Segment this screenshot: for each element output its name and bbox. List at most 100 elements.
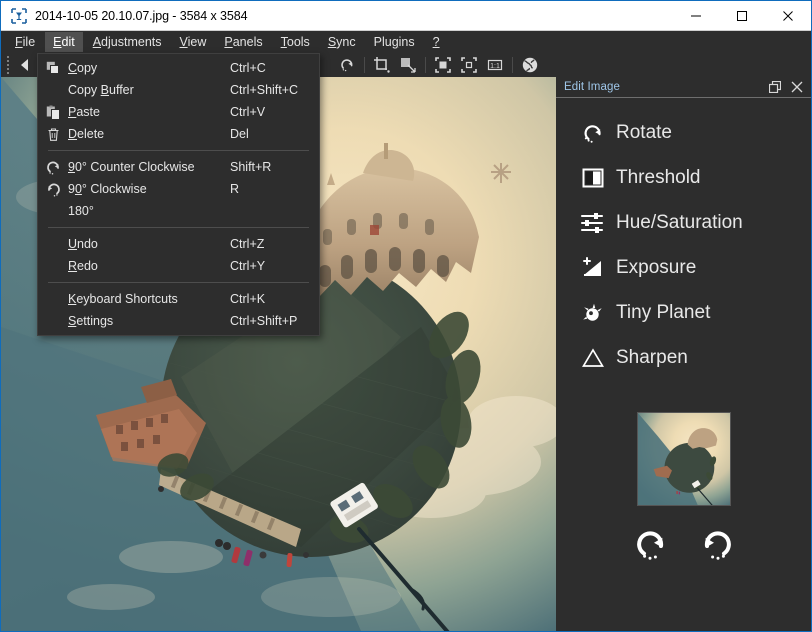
menu-item-rotate-cw-label: 90° Clockwise	[68, 182, 319, 196]
edit-tool-list: Rotate Threshold	[556, 98, 811, 380]
paste-icon	[38, 105, 68, 120]
panel-header: Edit Image	[556, 77, 811, 98]
fit-to-window-icon[interactable]	[430, 54, 456, 76]
menu-item-copy[interactable]: Copy Ctrl+C	[38, 57, 319, 79]
toolbar-grip[interactable]	[4, 54, 12, 76]
menu-item-rotate-cw-accel: R	[230, 182, 239, 196]
menu-item-rotate-cw[interactable]: 90° Clockwise R	[38, 178, 319, 200]
menu-item-paste[interactable]: Paste Ctrl+V	[38, 101, 319, 123]
menu-item-copy-buffer-accel: Ctrl+Shift+C	[230, 83, 298, 97]
tool-rotate[interactable]: Rotate	[556, 110, 811, 155]
tool-tiny-planet-label: Tiny Planet	[616, 302, 710, 324]
menu-item-delete-label: Delete	[68, 127, 319, 141]
window-title: 2014-10-05 20.10.07.jpg - 3584 x 3584	[35, 9, 247, 23]
undock-icon[interactable]	[768, 81, 781, 94]
tool-exposure-label: Exposure	[616, 257, 696, 279]
menu-item-redo-label: Redo	[68, 259, 319, 273]
minimize-button[interactable]	[673, 1, 719, 31]
menu-item-undo-accel: Ctrl+Z	[230, 237, 264, 251]
tool-exposure[interactable]: Exposure	[556, 245, 811, 290]
edit-dropdown-menu: Copy Ctrl+C Copy Buffer Ctrl+Shift+C Pas…	[37, 53, 320, 336]
menu-item-paste-accel: Ctrl+V	[230, 105, 265, 119]
menu-item-keyboard-shortcuts-label: Keyboard Shortcuts	[68, 292, 319, 306]
title-bar: 2014-10-05 20.10.07.jpg - 3584 x 3584	[1, 1, 811, 31]
menu-bar: File Edit Adjustments View Panels Tools …	[1, 31, 811, 53]
rotate-buttons	[630, 522, 738, 564]
panel-title: Edit Image	[564, 81, 620, 93]
menu-help[interactable]: ?	[425, 32, 448, 52]
menu-file[interactable]: File	[7, 32, 43, 52]
globe-icon[interactable]	[517, 54, 543, 76]
close-button[interactable]	[765, 1, 811, 31]
copy-icon	[38, 61, 68, 76]
rotate-ccw-icon	[38, 159, 68, 176]
tiny-planet-icon	[578, 298, 608, 328]
menu-view[interactable]: View	[172, 32, 215, 52]
menu-adjustments[interactable]: Adjustments	[85, 32, 170, 52]
tool-tiny-planet[interactable]: Tiny Planet	[556, 290, 811, 335]
svg-text:1:1: 1:1	[490, 63, 500, 70]
tool-sharpen[interactable]: Sharpen	[556, 335, 811, 380]
menu-item-settings[interactable]: Settings Ctrl+Shift+P	[38, 310, 319, 332]
rotate-clockwise-button[interactable]	[696, 522, 738, 564]
back-arrow-icon[interactable]	[12, 54, 38, 76]
window-controls	[673, 1, 811, 31]
close-icon[interactable]	[790, 81, 803, 94]
menu-item-keyboard-shortcuts-accel: Ctrl+K	[230, 292, 265, 306]
rotate-icon	[578, 118, 608, 148]
tool-sharpen-label: Sharpen	[616, 347, 688, 369]
rotate-ccw-icon[interactable]	[334, 54, 360, 76]
tool-rotate-label: Rotate	[616, 122, 672, 144]
tool-threshold-label: Threshold	[616, 167, 701, 189]
menu-item-rotate-ccw-label: 90° Counter Clockwise	[68, 160, 319, 174]
menu-item-delete[interactable]: Delete Del	[38, 123, 319, 145]
menu-separator-1	[48, 150, 309, 151]
menu-item-settings-accel: Ctrl+Shift+P	[230, 314, 297, 328]
maximize-button[interactable]	[719, 1, 765, 31]
menu-separator-2	[48, 227, 309, 228]
menu-item-rotate-ccw[interactable]: 90° Counter Clockwise Shift+R	[38, 156, 319, 178]
actual-size-icon[interactable]: 1:1	[482, 54, 508, 76]
menu-plugins[interactable]: Plugins	[366, 32, 423, 52]
resize-icon[interactable]	[395, 54, 421, 76]
menu-sync[interactable]: Sync	[320, 32, 364, 52]
application-window: 2014-10-05 20.10.07.jpg - 3584 x 3584 Fi…	[0, 0, 812, 632]
menu-item-undo[interactable]: Undo Ctrl+Z	[38, 233, 319, 255]
tool-hue-saturation[interactable]: Hue/Saturation	[556, 200, 811, 245]
tool-hue-saturation-label: Hue/Saturation	[616, 212, 743, 234]
menu-item-delete-accel: Del	[230, 127, 249, 141]
rotate-cw-icon	[38, 181, 68, 198]
menu-item-rotate-180-label: 180°	[68, 204, 319, 218]
menu-item-copy-accel: Ctrl+C	[230, 61, 266, 75]
menu-item-copy-label: Copy	[68, 61, 319, 75]
menu-item-undo-label: Undo	[68, 237, 319, 251]
image-thumbnail[interactable]	[637, 412, 731, 506]
trash-icon	[38, 127, 68, 142]
menu-item-redo[interactable]: Redo Ctrl+Y	[38, 255, 319, 277]
hue-saturation-icon	[578, 208, 608, 238]
menu-item-redo-accel: Ctrl+Y	[230, 259, 265, 273]
sharpen-icon	[578, 343, 608, 373]
menu-item-paste-label: Paste	[68, 105, 319, 119]
exposure-icon	[578, 253, 608, 283]
preview-area	[556, 412, 811, 564]
menu-edit[interactable]: Edit	[45, 32, 83, 52]
toolbar-separator-2	[425, 57, 426, 73]
crop-icon[interactable]	[369, 54, 395, 76]
toolbar-separator-3	[512, 57, 513, 73]
menu-item-rotate-180[interactable]: 180°	[38, 200, 319, 222]
toolbar-separator	[364, 57, 365, 73]
fit-selection-icon[interactable]	[456, 54, 482, 76]
panel-header-buttons	[768, 81, 811, 94]
tool-threshold[interactable]: Threshold	[556, 155, 811, 200]
menu-item-rotate-ccw-accel: Shift+R	[230, 160, 271, 174]
menu-panels[interactable]: Panels	[216, 32, 270, 52]
rotate-counter-clockwise-button[interactable]	[630, 522, 672, 564]
menu-item-keyboard-shortcuts[interactable]: Keyboard Shortcuts Ctrl+K	[38, 288, 319, 310]
threshold-icon	[578, 163, 608, 193]
menu-item-copy-buffer[interactable]: Copy Buffer Ctrl+Shift+C	[38, 79, 319, 101]
menu-tools[interactable]: Tools	[273, 32, 318, 52]
edit-image-panel: Edit Image	[556, 77, 811, 631]
menu-separator-3	[48, 282, 309, 283]
photo-frame-icon	[7, 1, 31, 31]
